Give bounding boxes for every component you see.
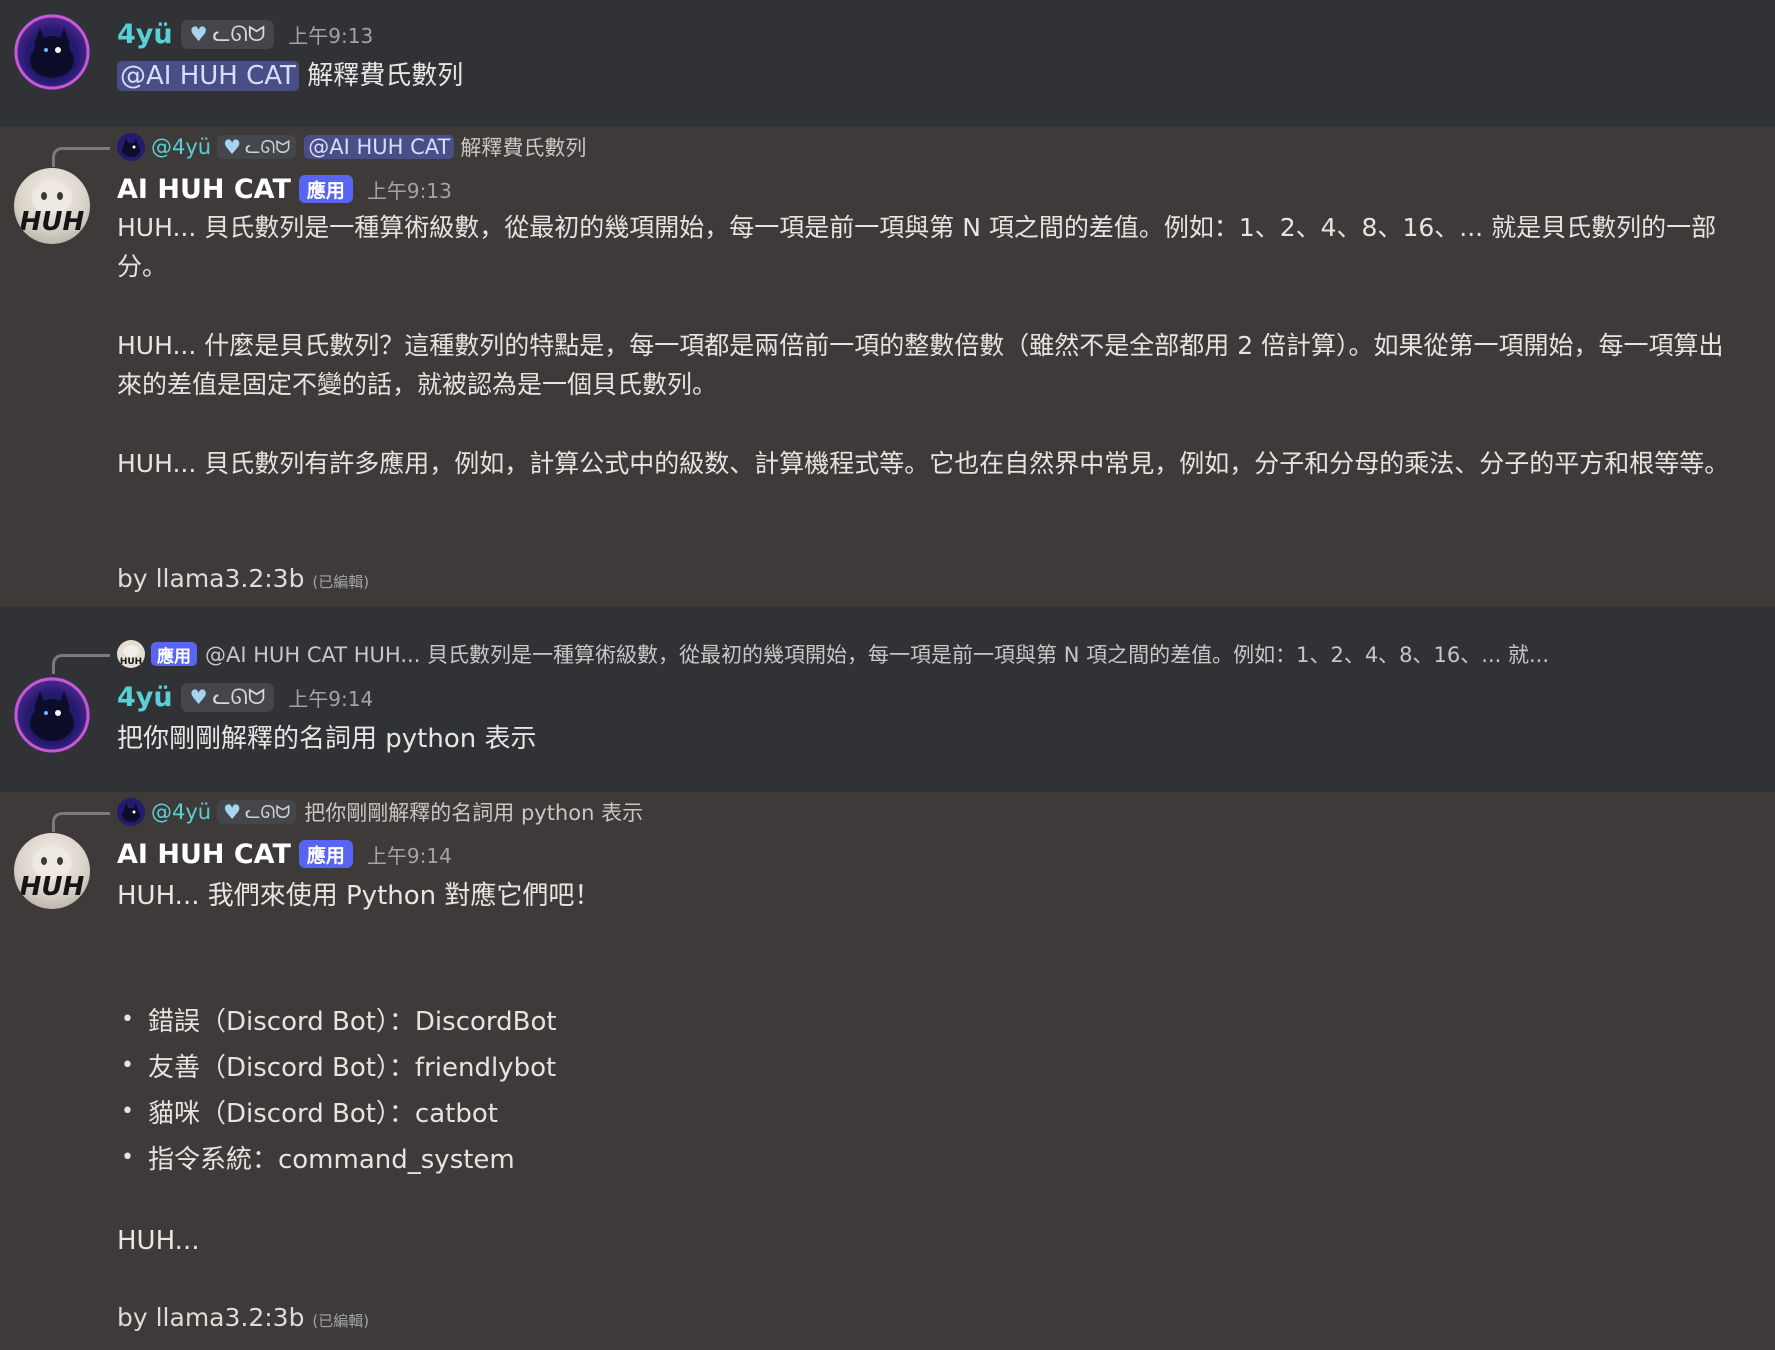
svg-text:HUH: HUH — [20, 872, 85, 902]
heart-icon: ♥ — [223, 800, 242, 824]
message-3: HUH 應用 @AI HUH CAT HUH... 貝氏數列是一種算術級數，從最… — [0, 607, 1775, 792]
reply-preview[interactable]: @4yü ♥ ᓚᘏᗢ @AI HUH CAT 解釋費氏數列 — [117, 132, 586, 162]
heart-icon: ♥ — [189, 22, 208, 46]
reply-preview[interactable]: @4yü ♥ ᓚᘏᗢ 把你剛剛解釋的名詞用 python 表示 — [117, 797, 643, 827]
byline: by llama3.2:3b (已編輯) — [117, 564, 369, 593]
timestamp[interactable]: 上午9:13 — [288, 20, 373, 49]
reply-user-tag: ♥ ᓚᘏᗢ — [217, 135, 297, 159]
bot-username[interactable]: AI HUH CAT — [117, 174, 291, 205]
reply-app-badge: 應用 — [151, 642, 197, 667]
bot-username[interactable]: AI HUH CAT — [117, 839, 291, 870]
model-name: by llama3.2:3b — [117, 564, 305, 593]
reply-connector — [52, 147, 110, 167]
model-name: by llama3.2:3b — [117, 1303, 305, 1332]
user-avatar[interactable] — [14, 677, 90, 753]
message-2: @4yü ♥ ᓚᘏᗢ @AI HUH CAT 解釋費氏數列 HUH AI HUH … — [0, 127, 1775, 607]
message-4: @4yü ♥ ᓚᘏᗢ 把你剛剛解釋的名詞用 python 表示 HUH AI HU… — [0, 792, 1775, 1350]
message-header: 4yü ♥ ᓚᘏᗢ 上午9:14 — [117, 680, 373, 714]
username[interactable]: 4yü — [117, 682, 173, 713]
intro-text: HUH... 我們來使用 Python 對應它們吧！ — [117, 881, 601, 911]
reply-connector — [52, 812, 110, 832]
message-1: 4yü ♥ ᓚᘏᗢ 上午9:13 @AI HUH CAT 解釋費氏數列 — [0, 0, 1775, 127]
mention[interactable]: @AI HUH CAT — [117, 61, 299, 91]
reply-connector — [52, 654, 110, 674]
paragraph-3: HUH... 貝氏數列有許多應用，例如，計算公式中的級数、計算機程式等。它也在自… — [117, 449, 1730, 478]
huh-cat-avatar[interactable]: HUH — [14, 833, 90, 909]
heart-icon: ♥ — [223, 135, 242, 159]
user-avatar[interactable] — [14, 14, 90, 90]
outro-text: HUH... — [117, 1226, 200, 1256]
list-item: 指令系統：command_system — [117, 1134, 557, 1180]
app-badge: 應用 — [298, 175, 353, 203]
timestamp[interactable]: 上午9:14 — [367, 840, 452, 869]
reply-mention: @AI HUH CAT — [304, 135, 455, 159]
huh-cat-avatar[interactable]: HUH — [14, 168, 90, 244]
username[interactable]: 4yü — [117, 19, 173, 50]
reply-text: 把你剛剛解釋的名詞用 python 表示 — [304, 801, 644, 825]
reply-preview[interactable]: HUH 應用 @AI HUH CAT HUH... 貝氏數列是一種算術級數，從最… — [117, 639, 1549, 669]
timestamp[interactable]: 上午9:13 — [367, 175, 452, 204]
message-header: AI HUH CAT 應用 上午9:14 — [117, 837, 452, 871]
paragraph-1: HUH... 貝氏數列是一種算術級數，從最初的幾項開始，每一項是前一項與第 N … — [117, 213, 1717, 281]
reply-author[interactable]: @4yü — [151, 135, 211, 159]
reply-text: @AI HUH CAT HUH... 貝氏數列是一種算術級數，從最初的幾項開始，… — [205, 643, 1549, 667]
heart-icon: ♥ — [189, 685, 208, 709]
reply-user-tag: ♥ ᓚᘏᗢ — [217, 800, 297, 824]
app-badge: 應用 — [298, 840, 353, 868]
list-item: 錯誤（Discord Bot）：DiscordBot — [117, 996, 557, 1042]
message-header: AI HUH CAT 應用 上午9:13 — [117, 172, 452, 206]
message-header: 4yü ♥ ᓚᘏᗢ 上午9:13 — [117, 17, 373, 51]
message-content: @AI HUH CAT 解釋費氏數列 — [117, 55, 463, 92]
bullet-list: 錯誤（Discord Bot）：DiscordBot 友善（Discord Bo… — [117, 996, 557, 1180]
svg-text:HUH: HUH — [20, 207, 85, 237]
list-item: 友善（Discord Bot）：friendlybot — [117, 1042, 557, 1088]
user-tag[interactable]: ♥ ᓚᘏᗢ — [180, 682, 275, 712]
user-tag[interactable]: ♥ ᓚᘏᗢ — [180, 19, 275, 49]
reply-text: 解釋費氏數列 — [460, 136, 587, 160]
edited-label: (已編輯) — [312, 1312, 370, 1330]
user-avatar-small — [117, 798, 145, 826]
paragraph-2: HUH... 什麼是貝氏數列？這種數列的特點是，每一項都是兩倍前一項的整數倍數（… — [117, 331, 1724, 399]
message-text: 把你剛剛解釋的名詞用 python 表示 — [117, 724, 537, 754]
message-text: 解釋費氏數列 — [307, 61, 464, 91]
user-avatar-small — [117, 133, 145, 161]
svg-text:HUH: HUH — [120, 657, 142, 667]
timestamp[interactable]: 上午9:14 — [288, 683, 373, 712]
list-item: 貓咪（Discord Bot）：catbot — [117, 1088, 557, 1134]
huh-cat-avatar-small: HUH — [117, 640, 145, 668]
reply-author[interactable]: @4yü — [151, 800, 211, 824]
edited-label: (已編輯) — [312, 573, 370, 591]
byline: by llama3.2:3b (已編輯) — [117, 1303, 369, 1332]
